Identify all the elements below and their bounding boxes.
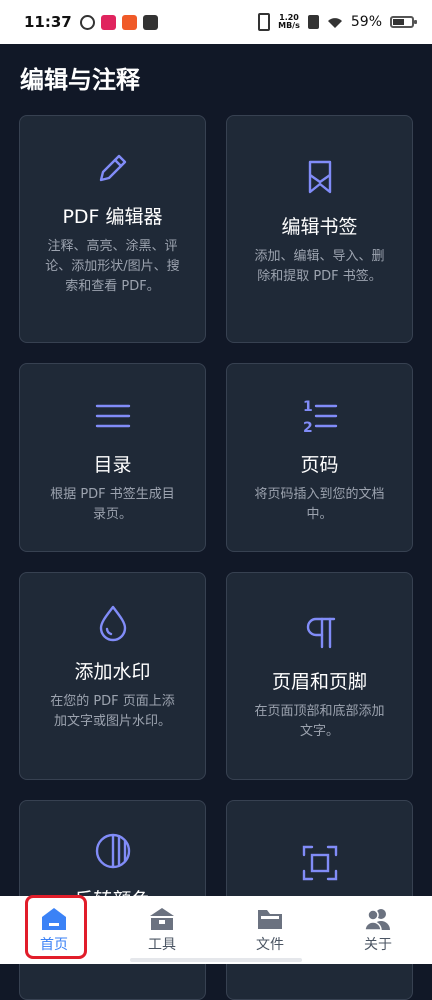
card-description: 根据 PDF 书签生成目录页。 [50, 487, 175, 522]
card-table-of-contents[interactable]: 目录 根据 PDF 书签生成目录页。 [19, 363, 206, 552]
app-notification-icon [79, 14, 95, 30]
battery-icon [390, 16, 417, 28]
app-notification-icon [100, 14, 116, 30]
card-description: 注释、高亮、涂黑、评论、添加形状/图片、搜索和查看 PDF。 [45, 239, 180, 294]
app-notification-icon [142, 14, 158, 30]
card-description: 在您的 PDF 页面上添加文字或图片水印。 [50, 694, 175, 729]
status-time: 11:37 [24, 13, 72, 31]
card-title: 目录 [93, 454, 132, 476]
page-title: 编辑与注释 [20, 66, 140, 94]
home-highlight-box [25, 895, 87, 959]
gesture-bar [130, 958, 302, 962]
card-pdf-editor[interactable]: PDF 编辑器 注释、高亮、涂黑、评论、添加形状/图片、搜索和查看 PDF。 [19, 115, 206, 343]
notification-icons [79, 14, 158, 30]
bookmark-icon [300, 158, 340, 198]
card-edit-bookmarks[interactable]: 编辑书签 添加、编辑、导入、删除和提取 PDF 书签。 [226, 115, 413, 343]
pencil-icon [93, 148, 133, 188]
battery-percent: 59% [350, 14, 382, 30]
card-description: 添加、编辑、导入、删除和提取 PDF 书签。 [254, 249, 385, 284]
card-add-watermark[interactable]: 添加水印 在您的 PDF 页面上添加文字或图片水印。 [19, 572, 206, 780]
nav-tools[interactable]: 工具 [108, 896, 216, 964]
crop-frame-icon [300, 843, 340, 883]
card-description: 在页面顶部和底部添加文字。 [254, 704, 385, 739]
contrast-icon [93, 831, 133, 871]
folder-icon [258, 910, 282, 929]
nav-files[interactable]: 文件 [216, 896, 324, 964]
network-speed: 1.20 MB/s [278, 13, 300, 30]
vibrate-icon [258, 13, 271, 31]
users-icon [364, 909, 390, 931]
svg-text:2: 2 [303, 420, 313, 436]
card-title: 页眉和页脚 [271, 671, 367, 693]
nav-label: 工具 [148, 937, 176, 953]
card-title: 编辑书签 [281, 216, 358, 238]
droplet-icon [93, 603, 133, 643]
no-sim-icon [307, 15, 319, 29]
card-header-footer[interactable]: 页眉和页脚 在页面顶部和底部添加文字。 [226, 572, 413, 780]
list-icon [93, 396, 133, 436]
svg-text:1: 1 [303, 399, 313, 415]
card-page-numbers[interactable]: 1 2 页码 将页码插入到您的文档中。 [226, 363, 413, 552]
nav-label: 文件 [256, 937, 284, 953]
card-description: 将页码插入到您的文档中。 [254, 487, 385, 522]
nav-label: 关于 [364, 937, 392, 953]
status-bar: 11:37 1.20 MB/s 59% [0, 0, 432, 44]
nav-about[interactable]: 关于 [324, 896, 432, 964]
card-title: PDF 编辑器 [62, 206, 163, 228]
card-title: 添加水印 [74, 661, 151, 683]
numbered-list-icon: 1 2 [300, 396, 340, 436]
card-title: 页码 [300, 454, 339, 476]
toolbox-icon [150, 908, 174, 930]
app-notification-icon [121, 14, 137, 30]
pilcrow-icon [300, 613, 340, 653]
wifi-icon [327, 17, 342, 28]
